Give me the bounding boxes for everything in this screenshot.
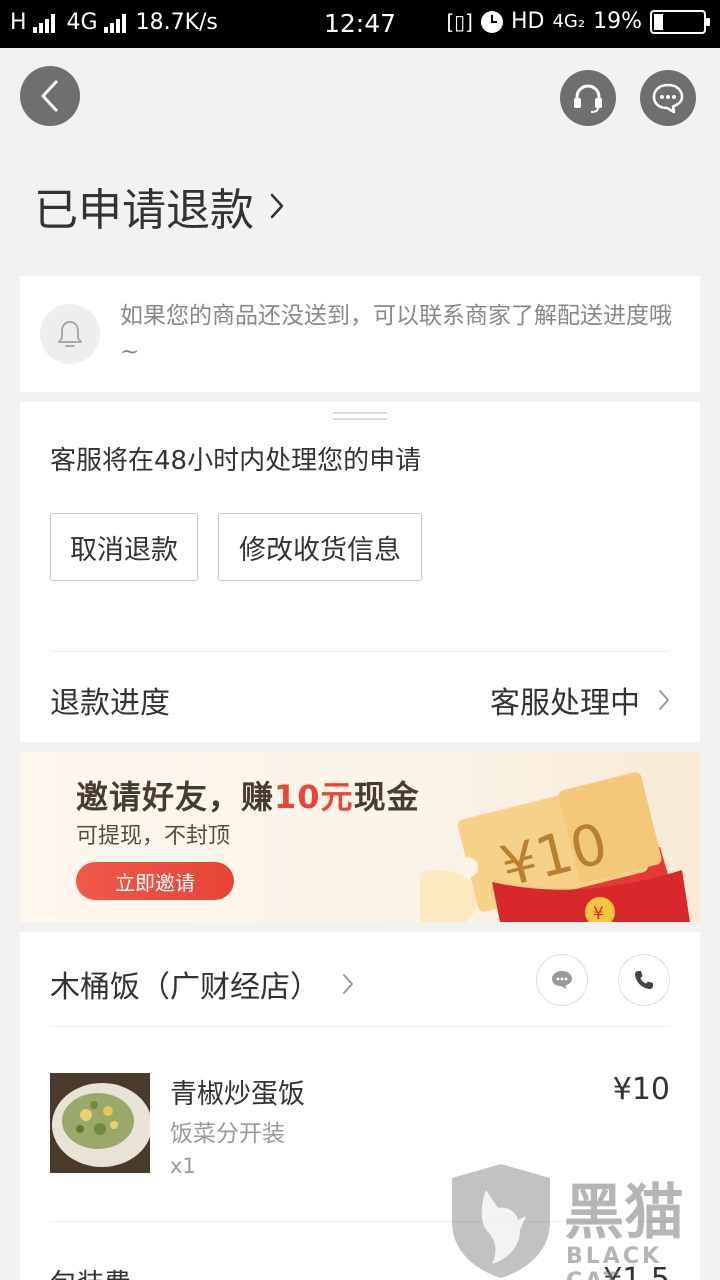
battery-percent: 19% (593, 9, 642, 34)
packing-fee-label: 包装费 (50, 1262, 131, 1280)
shop-name: 木桶饭（广财经店） (50, 970, 320, 1005)
phone-icon (635, 971, 653, 989)
invite-now-button[interactable]: 立即邀请 (76, 862, 234, 900)
back-button[interactable] (20, 66, 80, 126)
chat-shop-button[interactable] (536, 954, 588, 1006)
banner-title: 邀请好友，赚10元现金 (76, 772, 420, 818)
chevron-right-icon (659, 690, 669, 710)
divider (50, 1026, 670, 1027)
item-quantity: x1 (170, 1154, 196, 1178)
item-name: 青椒炒蛋饭 (170, 1079, 305, 1110)
divider (50, 651, 670, 652)
food-thumbnail (50, 1073, 150, 1173)
vibrate-icon: [▯] (446, 9, 473, 34)
chat-bubble-icon (552, 971, 572, 989)
bell-icon (58, 321, 82, 347)
chevron-left-icon (41, 80, 58, 112)
message-button[interactable] (640, 70, 696, 126)
delivery-notice-card: 如果您的商品还没送到，可以联系商家了解配送进度哦~ (20, 276, 700, 392)
alarm-icon (480, 10, 503, 33)
chevron-right-icon (270, 193, 284, 219)
food-image (50, 1073, 150, 1173)
red-envelope-illustration: ¥10 ¥ (420, 772, 690, 922)
hd-label: HD (510, 9, 545, 34)
customer-service-button[interactable] (560, 70, 616, 126)
refund-status-card: 客服将在48小时内处理您的申请 取消退款 修改收货信息 退款进度 客服处理中 (20, 402, 700, 742)
cancel-refund-button[interactable]: 取消退款 (50, 513, 198, 581)
refund-progress-link[interactable]: 客服处理中 (490, 678, 670, 722)
notice-text: 如果您的商品还没送到，可以联系商家了解配送进度哦~ (120, 303, 672, 365)
edit-delivery-info-button[interactable]: 修改收货信息 (218, 513, 422, 581)
chevron-right-icon (343, 974, 353, 994)
item-spec: 饭菜分开装 (170, 1121, 285, 1147)
bell-icon-wrap (40, 304, 100, 364)
watermark: 黑猫 BLACK CAT (446, 1160, 720, 1280)
watermark-sub: BLACK CAT (566, 1244, 663, 1280)
refund-note: 客服将在48小时内处理您的申请 (50, 446, 422, 476)
status-right: [▯] HD 4G₂ 19% (446, 9, 710, 34)
page-title[interactable]: 已申请退款 (34, 174, 286, 238)
banner-title-highlight: 10元 (274, 778, 354, 816)
status-bar: H 4G 18.7K/s 12:47 [▯] HD 4G₂ 19% (0, 0, 720, 48)
refund-progress-label: 退款进度 (50, 686, 170, 721)
battery-icon (650, 9, 710, 34)
shield-cat-logo (452, 1164, 550, 1278)
item-price: ¥10 (612, 1072, 670, 1107)
banner-subtitle: 可提现，不封顶 (76, 824, 231, 849)
banner-title-part1: 邀请好友，赚 (76, 778, 275, 816)
page-title-text: 已申请退款 (34, 185, 254, 236)
watermark-text: 黑猫 (564, 1178, 684, 1248)
headset-icon (574, 84, 602, 113)
refund-progress-value: 客服处理中 (490, 686, 640, 721)
chat-bubble-icon (652, 83, 684, 114)
shop-name-link[interactable]: 木桶饭（广财经店） (50, 962, 354, 1006)
call-shop-button[interactable] (618, 954, 670, 1006)
network-type: 4G₂ (552, 11, 586, 32)
banner-title-part2: 现金 (353, 778, 420, 816)
invite-banner[interactable]: 邀请好友，赚10元现金 可提现，不封顶 立即邀请 ¥10 ¥ (20, 752, 700, 922)
svg-text:¥: ¥ (593, 904, 604, 922)
drag-handle[interactable] (333, 412, 387, 420)
